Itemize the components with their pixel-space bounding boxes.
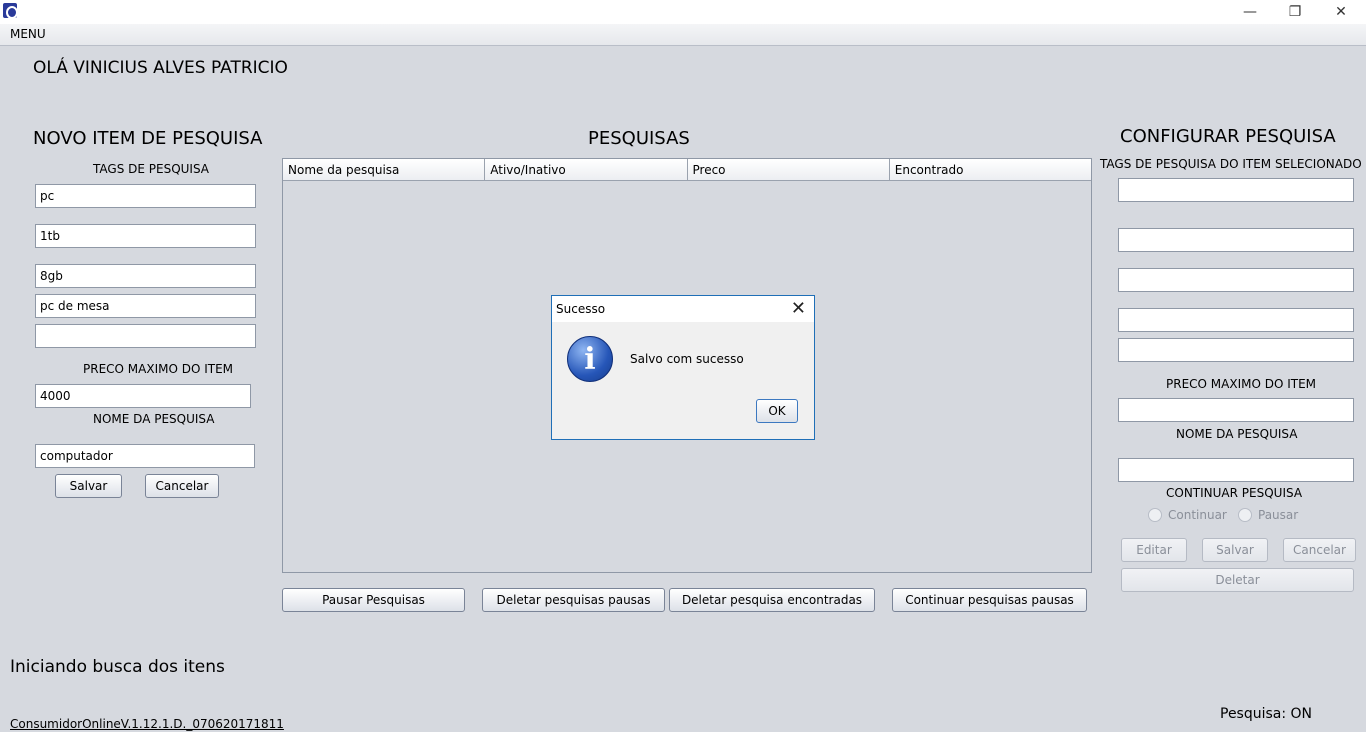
column-header-found[interactable]: Encontrado [890, 159, 1091, 180]
searches-title: PESQUISAS [588, 128, 690, 149]
window-titlebar: — ❐ ✕ [0, 0, 1366, 24]
app-icon [3, 3, 18, 19]
dialog-titlebar: Sucesso ✕ [552, 296, 814, 322]
continue-paused-button[interactable]: Continuar pesquisas pausas [892, 588, 1087, 612]
search-name-label: NOME DA PESQUISA [93, 412, 215, 426]
save-button[interactable]: Salvar [55, 474, 122, 498]
tag-field-5[interactable] [35, 324, 256, 348]
table-header: Nome da pesquisa Ativo/Inativo Preco Enc… [283, 159, 1091, 181]
close-icon[interactable]: ✕ [1318, 0, 1364, 24]
minimize-icon[interactable]: — [1227, 0, 1273, 24]
close-icon[interactable]: ✕ [791, 298, 806, 319]
status-message: Iniciando busca dos itens [10, 657, 225, 677]
config-name-label: NOME DA PESQUISA [1176, 427, 1298, 441]
config-tag-field-5[interactable] [1118, 338, 1354, 362]
menu-item[interactable]: MENU [10, 27, 46, 41]
column-header-price[interactable]: Preco [688, 159, 890, 180]
config-price-field[interactable] [1118, 398, 1354, 422]
delete-button[interactable]: Deletar [1121, 568, 1354, 592]
continue-search-label: CONTINUAR PESQUISA [1166, 486, 1303, 500]
continue-radio-label: Continuar [1168, 508, 1227, 522]
info-icon: i [567, 336, 613, 382]
pause-radio[interactable] [1238, 508, 1252, 522]
delete-paused-button[interactable]: Deletar pesquisas pausas [482, 588, 665, 612]
search-name-field[interactable] [35, 444, 255, 468]
config-name-field[interactable] [1118, 458, 1354, 482]
tag-field-4[interactable] [35, 294, 256, 318]
restore-icon[interactable]: ❐ [1272, 0, 1318, 24]
edit-button[interactable]: Editar [1121, 538, 1187, 562]
dialog-message: Salvo com sucesso [630, 352, 744, 366]
config-cancel-button[interactable]: Cancelar [1283, 538, 1356, 562]
pause-searches-button[interactable]: Pausar Pesquisas [282, 588, 465, 612]
price-field[interactable] [35, 384, 251, 408]
search-state-label: Pesquisa: ON [1220, 706, 1313, 722]
column-header-name[interactable]: Nome da pesquisa [283, 159, 486, 180]
tag-field-3[interactable] [35, 264, 256, 288]
menubar: MENU [0, 24, 1366, 46]
config-tag-field-2[interactable] [1118, 228, 1354, 252]
config-title: CONFIGURAR PESQUISA [1120, 126, 1336, 147]
greeting-label: OLÁ VINICIUS ALVES PATRICIO [33, 58, 288, 78]
pause-radio-label: Pausar [1258, 508, 1299, 522]
ok-button[interactable]: OK [756, 399, 798, 423]
tags-label: TAGS DE PESQUISA [93, 162, 210, 176]
success-dialog: Sucesso ✕ i Salvo com sucesso OK [551, 295, 815, 440]
config-tag-field-4[interactable] [1118, 308, 1354, 332]
config-tag-field-1[interactable] [1118, 178, 1354, 202]
new-item-title: NOVO ITEM DE PESQUISA [33, 128, 263, 149]
cancel-button[interactable]: Cancelar [145, 474, 219, 498]
continue-radio[interactable] [1148, 508, 1162, 522]
column-header-status[interactable]: Ativo/Inativo [485, 159, 688, 180]
tag-field-2[interactable] [35, 224, 256, 248]
price-label: PRECO MAXIMO DO ITEM [83, 362, 234, 376]
config-save-button[interactable]: Salvar [1202, 538, 1268, 562]
config-price-label: PRECO MAXIMO DO ITEM [1166, 377, 1317, 391]
delete-found-button[interactable]: Deletar pesquisa encontradas [669, 588, 875, 612]
dialog-title: Sucesso [556, 302, 606, 316]
tag-field-1[interactable] [35, 184, 256, 208]
version-label: ConsumidorOnlineV.1.12.1.D._070620171811 [10, 717, 284, 731]
config-tag-field-3[interactable] [1118, 268, 1354, 292]
config-tags-label: TAGS DE PESQUISA DO ITEM SELECIONADO [1100, 157, 1362, 171]
